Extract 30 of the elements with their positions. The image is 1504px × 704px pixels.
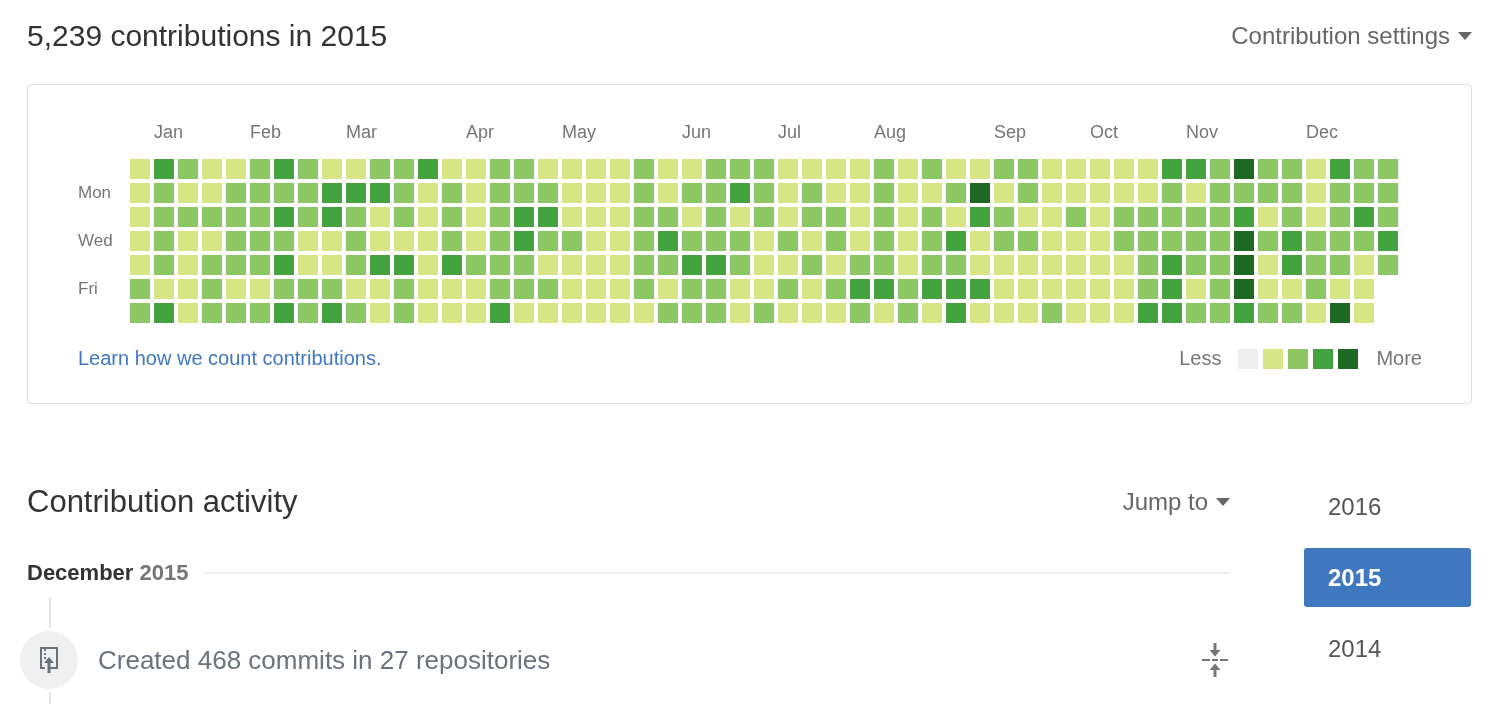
month-heading: December 2015 — [27, 560, 189, 586]
weekday-label: Mon — [78, 183, 113, 203]
month-label: Aug — [874, 121, 908, 143]
section-heading: Contribution activity — [27, 484, 298, 520]
weekday-label: Fri — [78, 279, 99, 299]
legend-label: More — [1376, 347, 1422, 370]
month-label: Dec — [1306, 121, 1339, 143]
month-label: Feb — [250, 121, 283, 143]
fold-icon[interactable] — [1200, 643, 1230, 677]
month-label: Nov — [1186, 121, 1219, 143]
month-label: Jan — [154, 121, 185, 143]
year-link[interactable]: 2014 — [1304, 619, 1471, 678]
month-label: May — [562, 121, 597, 143]
month-label: Sep — [994, 121, 1028, 143]
activity-summary: Created 468 commits in 27 repositories — [98, 644, 552, 676]
month-label: Jun — [682, 121, 713, 143]
contribution-total-heading: 5,239 contributions in 2015 — [27, 19, 388, 53]
month-label: Mar — [346, 121, 378, 143]
year-link[interactable]: 2016 — [1304, 477, 1471, 536]
month-label: Jul — [778, 121, 802, 143]
month-label: Apr — [466, 121, 495, 143]
contribution-settings-button[interactable]: Contribution settings — [1231, 22, 1472, 50]
weekday-label: Wed — [78, 231, 114, 251]
caret-icon — [1458, 32, 1472, 40]
year-link[interactable]: 2015 — [1304, 548, 1471, 607]
jump-to-button[interactable]: Jump to — [1122, 488, 1230, 516]
learn-more-link[interactable]: Learn how we count contributions. — [78, 347, 382, 370]
month-label: Oct — [1090, 121, 1119, 143]
caret-icon — [1216, 498, 1230, 506]
legend-label: Less — [1179, 347, 1222, 370]
